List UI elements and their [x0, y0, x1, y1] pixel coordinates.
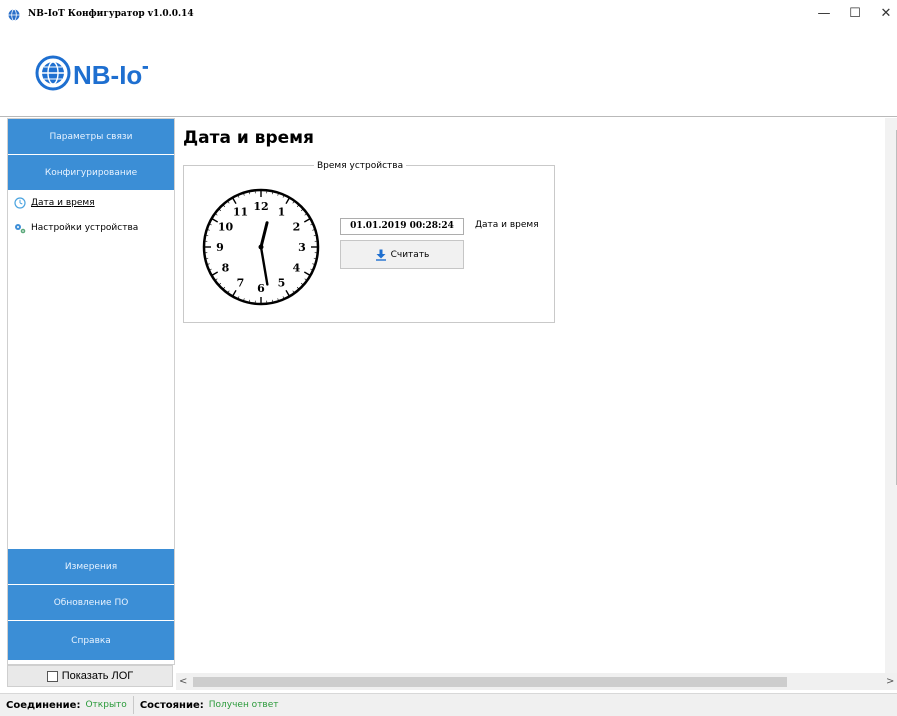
minimize-button[interactable]: — [814, 6, 834, 22]
clock-number: 2 [293, 221, 301, 234]
clock-center [259, 245, 264, 250]
tree-item-device-settings[interactable]: Настройки устройства [14, 221, 138, 235]
read-button[interactable]: Считать [340, 240, 464, 269]
clock-number: 4 [293, 262, 301, 275]
clock-number: 11 [233, 205, 248, 218]
clock-number: 7 [237, 277, 245, 290]
download-icon [375, 249, 387, 261]
show-log-toggle[interactable]: Показать ЛОГ [7, 665, 173, 687]
clock-number: 9 [216, 241, 224, 254]
state-status-label: Состояние: [140, 700, 204, 711]
window-title: NB-IoT Конфигуратор v1.0.0.14 [28, 9, 194, 19]
clock-number: 3 [298, 241, 306, 254]
tree-item-label: Настройки устройства [31, 223, 138, 233]
clock-icon [14, 197, 26, 209]
status-bar: Соединение: Открыто Состояние: Получен о… [0, 693, 897, 716]
datetime-field[interactable]: 01.01.2019 00:28:24 [340, 218, 464, 235]
nav-help[interactable]: Справка [8, 621, 174, 661]
nav-firmware-update[interactable]: Обновление ПО [8, 585, 174, 621]
clock-number: 5 [278, 277, 286, 290]
nb-iot-logo: NB-IoT [32, 51, 148, 95]
state-status-value: Получен ответ [209, 700, 279, 710]
tree-item-label: Дата и время [31, 198, 95, 208]
group-caption: Время устройства [314, 161, 406, 171]
horizontal-scroll-thumb[interactable] [193, 677, 787, 687]
scroll-right-arrow[interactable]: > [886, 673, 894, 690]
tree-item-date-time[interactable]: Дата и время [14, 196, 95, 210]
app-globe-icon [8, 9, 20, 21]
gears-icon [14, 222, 26, 234]
read-button-label: Считать [391, 250, 430, 260]
clock-number: 1 [278, 205, 286, 218]
clock-number: 10 [218, 221, 234, 234]
clock-number: 12 [253, 200, 268, 213]
nav-communication-params[interactable]: Параметры связи [8, 119, 174, 155]
connection-status-value: Открыто [85, 700, 126, 710]
maximize-button[interactable]: ☐ [845, 6, 865, 22]
state-status: Состояние: Получен ответ [134, 694, 285, 716]
sidebar: Параметры связи Конфигурирование Дата и … [7, 118, 175, 665]
show-log-label: Показать ЛОГ [62, 670, 134, 682]
analog-clock: 12 12 3 45678 9 10 11 [198, 184, 324, 310]
nav-measurements[interactable]: Измерения [8, 549, 174, 585]
scroll-left-arrow[interactable]: < [179, 673, 187, 690]
clock-number: 8 [222, 262, 230, 275]
datetime-label: Дата и время [475, 220, 539, 230]
logo-text: NB-IoT [73, 60, 148, 90]
clock-number: 6 [257, 282, 265, 295]
page-title: Дата и время [183, 128, 314, 148]
close-button[interactable]: ✕ [876, 6, 896, 22]
nav-configuration[interactable]: Конфигурирование [8, 155, 174, 191]
connection-status: Соединение: Открыто [0, 694, 133, 716]
show-log-checkbox[interactable] [47, 671, 58, 682]
title-bar: NB-IoT Конфигуратор v1.0.0.14 — ☐ ✕ [0, 0, 897, 30]
connection-status-label: Соединение: [6, 700, 80, 711]
